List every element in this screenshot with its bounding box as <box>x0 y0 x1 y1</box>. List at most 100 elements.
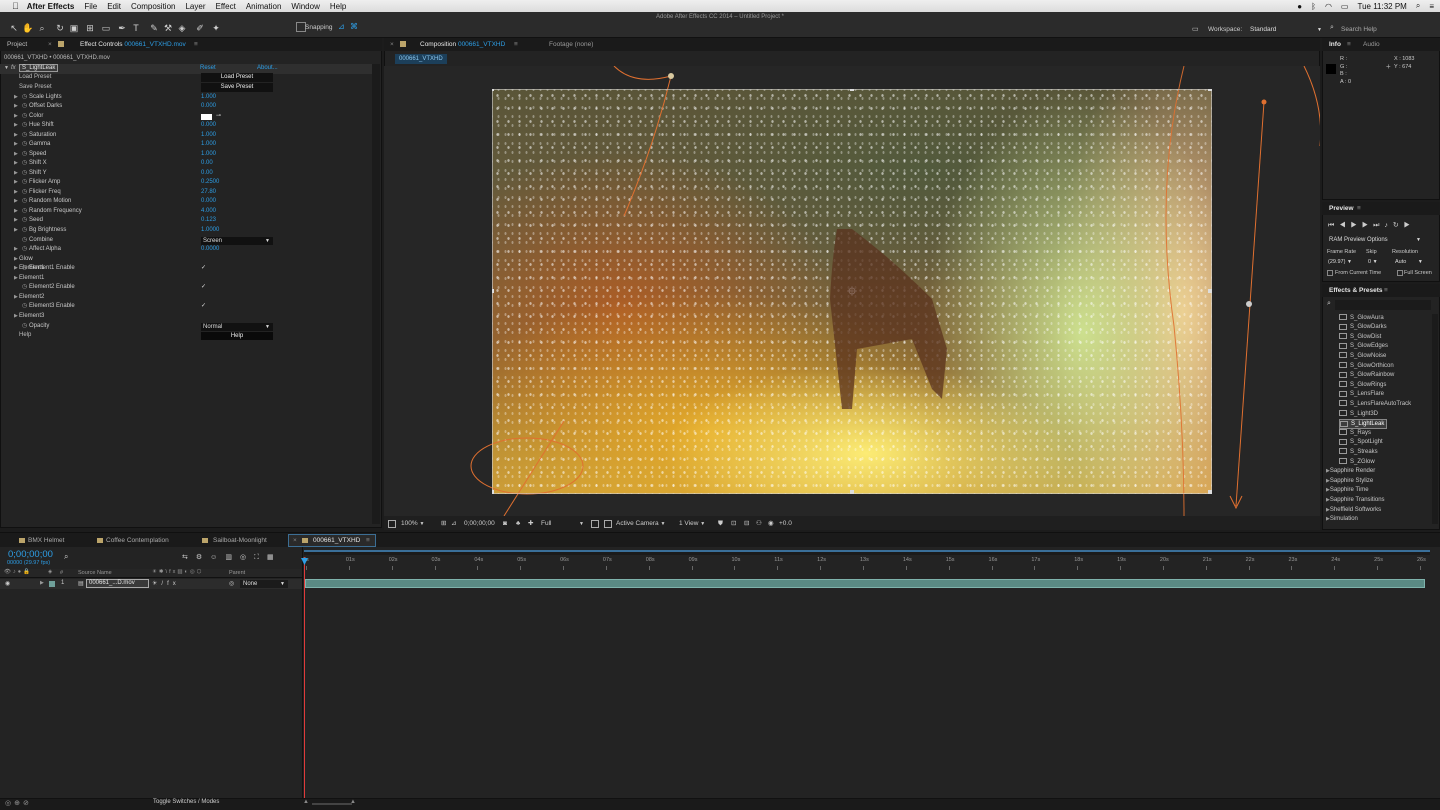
parent-select[interactable]: None ▼ <box>240 580 288 588</box>
zoom-out-icon[interactable]: ▲ <box>303 799 309 805</box>
stopwatch-icon[interactable]: ◷ <box>22 264 27 274</box>
workspace-select[interactable]: Standard ▼ <box>1248 24 1324 36</box>
stopwatch-icon[interactable]: ◷ <box>22 197 27 207</box>
brainstorm-icon[interactable]: ▦ <box>267 554 282 561</box>
timeline-tab-coffee[interactable]: Coffee Contemplation <box>106 535 169 546</box>
stopwatch-icon[interactable]: ◷ <box>22 302 27 312</box>
effect-category[interactable]: ▶Sapphire Transitions <box>1326 496 1385 506</box>
expand-triangle-icon[interactable]: ▶ <box>14 197 18 207</box>
next-frame-icon[interactable]: ▶ <box>1362 222 1373 229</box>
current-time[interactable]: 0;00;00;00 <box>8 549 53 560</box>
stopwatch-icon[interactable]: ◷ <box>22 188 27 198</box>
effect-category[interactable]: ▶Sapphire Time <box>1326 486 1369 496</box>
tab-effect-controls[interactable]: Effect Controls 000661_VTXHD.mov <box>80 39 186 51</box>
stopwatch-icon[interactable]: ◷ <box>22 112 27 122</box>
stopwatch-icon[interactable]: ◷ <box>22 245 27 255</box>
expand-switches-icon[interactable]: ◎ <box>5 800 14 807</box>
flowchart-icon[interactable]: ⚇ <box>756 519 762 529</box>
path-point[interactable] <box>1261 99 1267 105</box>
timecode-display[interactable]: 0;00;00;00 <box>464 519 495 529</box>
play-icon[interactable]: ▶ <box>1351 222 1362 229</box>
toggle-pixel-icon[interactable]: ⛊ <box>718 519 723 529</box>
snap-icon[interactable]: ⊿ <box>338 22 345 31</box>
zoom-tool-icon[interactable]: ⌕ <box>36 22 48 34</box>
path-point[interactable] <box>668 73 674 79</box>
camera-tool-icon[interactable]: ▣ <box>68 22 80 34</box>
fx-switch-icon[interactable]: fx <box>167 581 180 587</box>
frame-rate-select[interactable]: (29.97) ▼ <box>1328 259 1352 265</box>
from-current-checkbox[interactable] <box>1327 270 1333 276</box>
param-value[interactable]: 1.000 <box>201 140 216 150</box>
mask-tool-icon[interactable]: ▭ <box>100 22 112 34</box>
color-channel-icon[interactable]: ✚ <box>528 519 533 529</box>
clock[interactable]: Tue 11:32 PM <box>1357 2 1406 11</box>
full-screen-checkbox[interactable] <box>1397 270 1403 276</box>
close-icon[interactable]: × <box>293 535 297 546</box>
param-value[interactable]: 1.000 <box>201 150 216 160</box>
expand-triangle-icon[interactable]: ▶ <box>14 226 18 236</box>
effect-preset-item[interactable]: S_GlowDarks <box>1339 323 1387 333</box>
element2-enable-checkbox[interactable]: ✓ <box>201 283 206 293</box>
combine-select[interactable]: Screen ▼ <box>201 237 273 245</box>
stopwatch-icon[interactable]: ◷ <box>22 216 27 226</box>
param-value[interactable]: 0.000 <box>201 102 216 112</box>
search-help-input[interactable]: Search Help <box>1341 24 1431 36</box>
shy-switch-icon[interactable]: ☀ <box>152 581 161 587</box>
effect-controls-scrollbar[interactable] <box>372 64 380 524</box>
puppet-tool-icon[interactable]: ✦ <box>210 22 222 34</box>
fast-preview-icon[interactable]: ⊡ <box>731 519 736 529</box>
effects-scrollbar[interactable] <box>1432 314 1438 524</box>
draft-3d-icon[interactable]: ⚙ <box>196 554 210 561</box>
brush-tool-icon[interactable]: ✎ <box>148 22 160 34</box>
exposure-value[interactable]: +0.0 <box>779 519 792 529</box>
effect-preset-item[interactable]: S_GlowEdges <box>1339 342 1388 352</box>
tab-audio[interactable]: Audio <box>1363 39 1380 51</box>
menu-help[interactable]: Help <box>330 2 346 11</box>
effect-preset-item[interactable]: S_SpotLight <box>1339 438 1383 448</box>
layer-duration-bar[interactable] <box>305 579 1425 588</box>
ram-preview-icon[interactable]: ▶ <box>1404 222 1415 229</box>
expand-triangle-icon[interactable]: ▶ <box>14 169 18 179</box>
panel-menu-icon[interactable]: ≡ <box>366 535 370 546</box>
label-color-swatch[interactable] <box>49 581 55 587</box>
param-value[interactable]: 0.123 <box>201 216 216 226</box>
status-icon[interactable]: ● <box>1297 2 1302 11</box>
fx-icon[interactable]: fx <box>11 64 16 74</box>
close-icon[interactable]: × <box>48 39 52 51</box>
tab-info[interactable]: Info <box>1329 39 1341 51</box>
expand-triangle-icon[interactable]: ▶ <box>40 580 44 586</box>
mask-vis-icon[interactable]: ⊿ <box>451 519 456 529</box>
expand-triangle-icon[interactable]: ▶ <box>14 131 18 141</box>
panel-menu-icon[interactable]: ≡ <box>194 39 198 51</box>
battery-icon[interactable]: ▭ <box>1341 2 1349 11</box>
tab-effects-presets[interactable]: Effects & Presets <box>1329 285 1382 297</box>
graph-editor-icon[interactable]: ⛶ <box>254 554 267 561</box>
bluetooth-icon[interactable]: ᛒ <box>1311 2 1316 11</box>
apple-icon[interactable]:  <box>12 1 19 11</box>
stopwatch-icon[interactable]: ◷ <box>22 226 27 236</box>
tab-project[interactable]: Project <box>7 39 27 51</box>
expand-triangle-icon[interactable]: ▶ <box>14 207 18 217</box>
hand-tool-icon[interactable]: ✋ <box>22 22 34 34</box>
stopwatch-icon[interactable]: ◷ <box>22 121 27 131</box>
effect-preset-item[interactable]: S_GlowNoise <box>1339 352 1386 362</box>
shy-icon[interactable]: ☺ <box>210 554 225 561</box>
ram-preview-options-select[interactable]: RAM Preview Options ▼ <box>1329 237 1421 243</box>
skip-select[interactable]: 0 ▼ <box>1368 259 1378 265</box>
menu-effect[interactable]: Effect <box>216 2 236 11</box>
eraser-tool-icon[interactable]: ◈ <box>176 22 188 34</box>
effects-search-input[interactable] <box>1335 300 1431 310</box>
param-value[interactable]: 0.000 <box>201 197 216 207</box>
type-tool-icon[interactable]: T <box>130 22 142 34</box>
pickwhip-icon[interactable]: ◎ <box>229 580 234 587</box>
expand-triangle-icon[interactable]: ▶ <box>14 102 18 112</box>
menu-composition[interactable]: Composition <box>131 2 175 11</box>
panel-menu-icon[interactable]: ≡ <box>1357 203 1361 215</box>
panel-menu-icon[interactable]: ≡ <box>1384 285 1388 297</box>
expand-triangle-icon[interactable]: ▶ <box>14 121 18 131</box>
camera-select[interactable]: Active Camera ▼ <box>616 519 665 529</box>
opacity-select[interactable]: Normal ▼ <box>201 323 273 331</box>
color-swatch[interactable] <box>201 113 212 120</box>
snapshot-icon[interactable]: ◙ <box>503 519 507 529</box>
load-preset-button[interactable]: Load Preset <box>201 73 273 82</box>
